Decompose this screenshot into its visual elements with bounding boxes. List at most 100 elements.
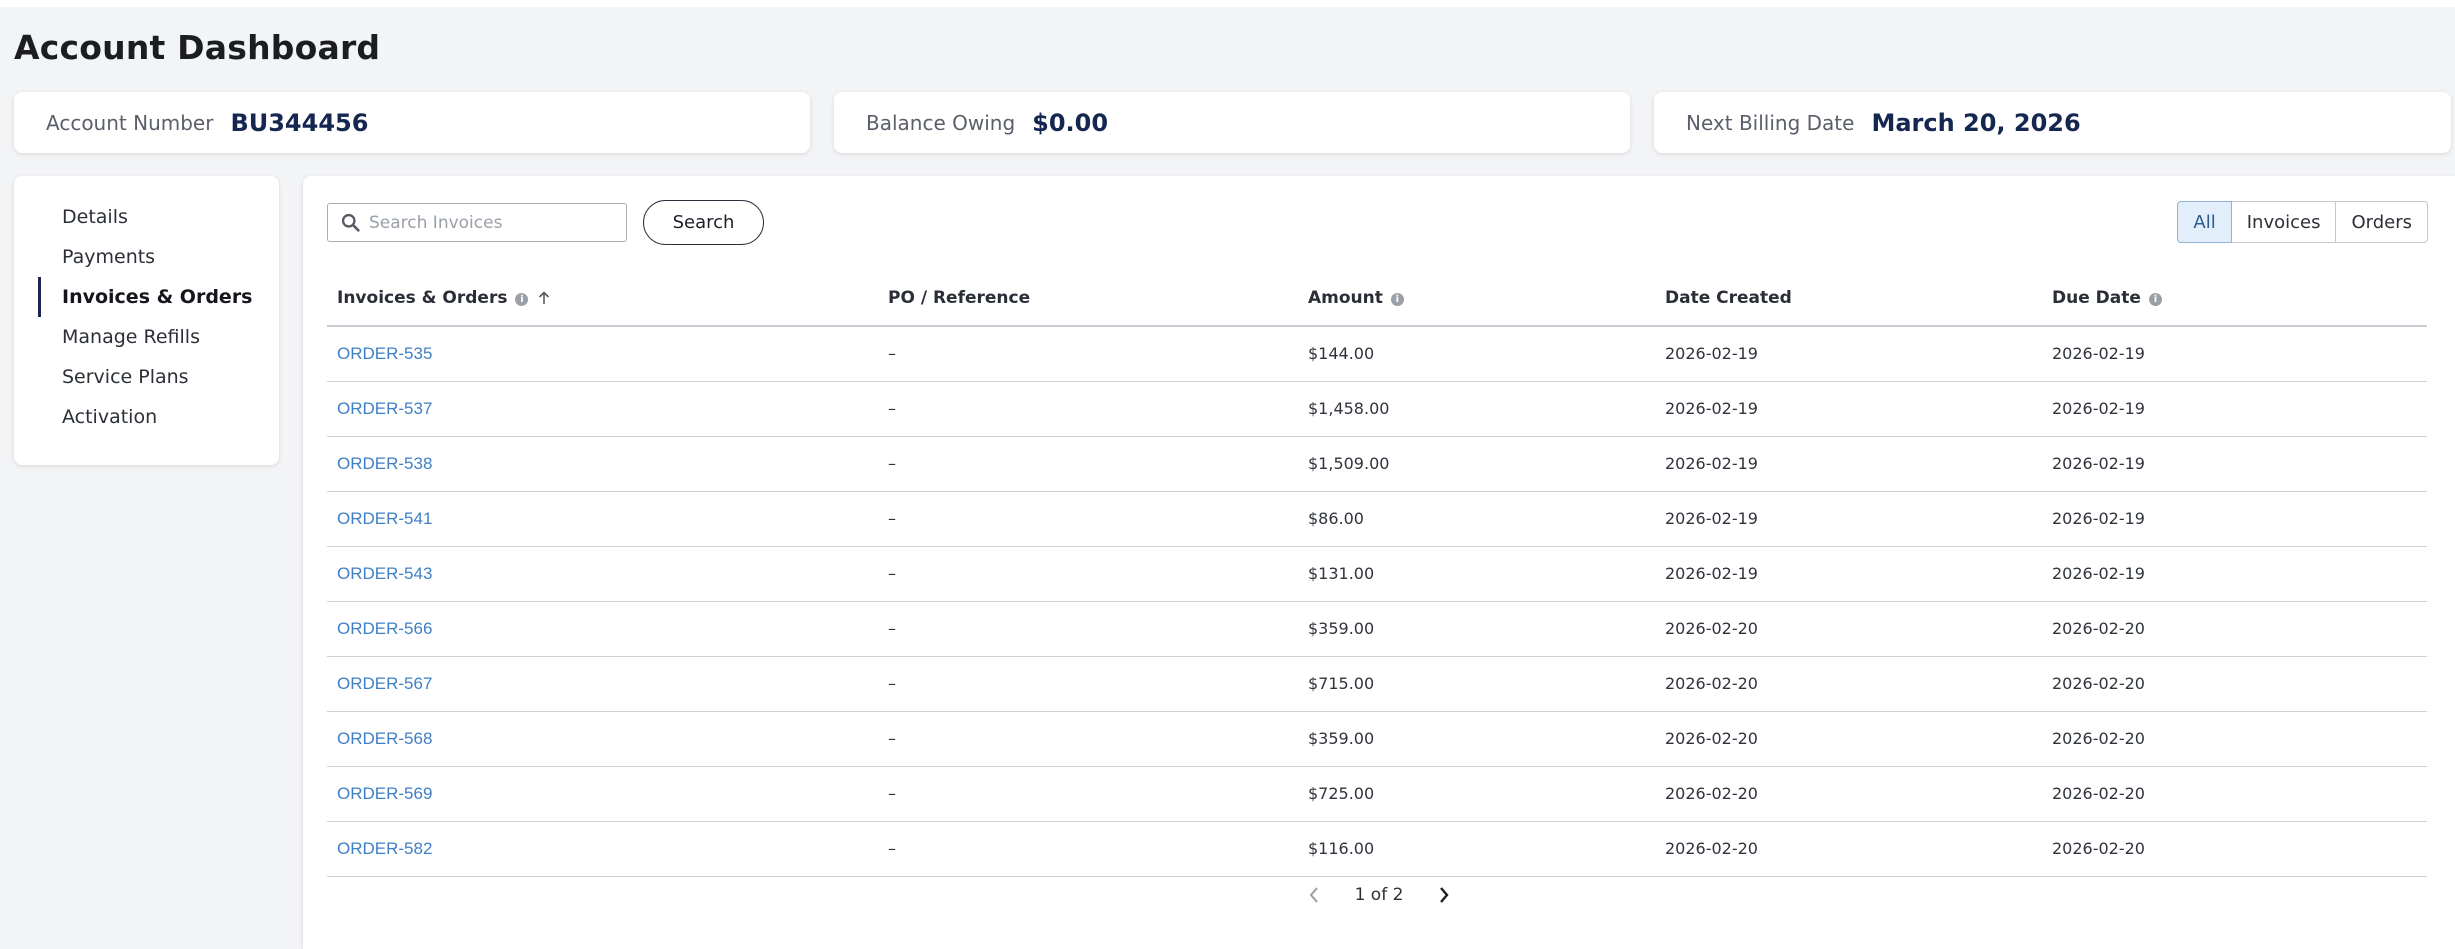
column-header-date-created: Date Created [1655,270,2042,327]
column-header-label: Due Date [2052,287,2141,308]
amount-cell: $359.00 [1298,711,1655,767]
page-indicator: 1 of 2 [1354,885,1404,905]
column-header-invoices-orders[interactable]: Invoices & Orders i [327,270,878,327]
next-billing-date-card: Next Billing Date March 20, 2026 [1654,92,2451,153]
account-number-label: Account Number [46,110,214,135]
amount-cell: $725.00 [1298,766,1655,822]
sidebar-item-service-plans[interactable]: Service Plans [14,357,279,397]
sidebar-item-activation[interactable]: Activation [14,397,279,437]
amount-cell: $1,509.00 [1298,436,1655,492]
order-cell: ORDER-541 [327,491,878,547]
amount-cell: $131.00 [1298,546,1655,602]
po-reference-cell: – [878,821,1298,877]
account-number-card: Account Number BU344456 [14,92,810,153]
search-button[interactable]: Search [643,200,764,245]
sidebar-item-payments[interactable]: Payments [14,237,279,277]
po-reference-cell: – [878,436,1298,492]
date-created-cell: 2026-02-19 [1655,546,2042,602]
invoices-orders-table: Invoices & Orders i PO / Reference Amount… [327,270,2427,877]
amount-cell: $116.00 [1298,821,1655,877]
order-cell: ORDER-538 [327,436,878,492]
due-date-cell: 2026-02-20 [2042,766,2427,822]
date-created-cell: 2026-02-19 [1655,381,2042,437]
due-date-cell: 2026-02-19 [2042,546,2427,602]
po-reference-cell: – [878,381,1298,437]
due-date-cell: 2026-02-20 [2042,821,2427,877]
order-link[interactable]: ORDER-568 [337,729,432,748]
chevron-left-icon [1309,887,1318,903]
filter-orders-button[interactable]: Orders [2335,201,2428,243]
table-row: ORDER-568 – $359.00 2026-02-20 2026-02-2… [327,711,2427,767]
table-row: ORDER-541 – $86.00 2026-02-19 2026-02-19 [327,491,2427,547]
sidebar-item-details[interactable]: Details [14,197,279,237]
order-link[interactable]: ORDER-538 [337,454,432,473]
order-cell: ORDER-566 [327,601,878,657]
date-created-cell: 2026-02-19 [1655,436,2042,492]
previous-page-button[interactable] [1299,880,1329,910]
order-cell: ORDER-582 [327,821,878,877]
order-link[interactable]: ORDER-535 [337,344,432,363]
info-icon[interactable]: i [515,292,529,306]
page-title: Account Dashboard [14,28,381,67]
order-cell: ORDER-567 [327,656,878,712]
filter-invoices-button[interactable]: Invoices [2230,201,2337,243]
pagination: 1 of 2 [303,880,2455,910]
search-box [327,203,627,242]
po-reference-cell: – [878,711,1298,767]
table-row: ORDER-566 – $359.00 2026-02-20 2026-02-2… [327,601,2427,657]
balance-owing-card: Balance Owing $0.00 [834,92,1630,153]
sidebar-nav: Details Payments Invoices & Orders Manag… [14,176,279,465]
order-cell: ORDER-569 [327,766,878,822]
po-reference-cell: – [878,656,1298,712]
next-billing-date-value: March 20, 2026 [1871,108,2081,137]
column-header-po-reference: PO / Reference [878,270,1298,327]
order-cell: ORDER-568 [327,711,878,767]
sidebar-item-invoices-orders[interactable]: Invoices & Orders [14,277,279,317]
po-reference-cell: – [878,491,1298,547]
order-link[interactable]: ORDER-569 [337,784,432,803]
order-link[interactable]: ORDER-566 [337,619,432,638]
order-cell: ORDER-535 [327,326,878,382]
table-header-row: Invoices & Orders i PO / Reference Amount… [327,270,2427,327]
table-row: ORDER-582 – $116.00 2026-02-20 2026-02-2… [327,821,2427,877]
order-link[interactable]: ORDER-582 [337,839,432,858]
account-number-value: BU344456 [230,108,369,137]
table-row: ORDER-537 – $1,458.00 2026-02-19 2026-02… [327,381,2427,437]
balance-owing-label: Balance Owing [866,110,1016,135]
amount-cell: $359.00 [1298,601,1655,657]
order-link[interactable]: ORDER-543 [337,564,432,583]
filter-all-button[interactable]: All [2177,201,2232,243]
sort-ascending-icon[interactable] [538,290,550,305]
info-icon[interactable]: i [1390,292,1404,306]
chevron-right-icon [1440,887,1449,903]
amount-cell: $715.00 [1298,656,1655,712]
top-strip [0,0,2455,7]
order-link[interactable]: ORDER-541 [337,509,432,528]
po-reference-cell: – [878,766,1298,822]
table-row: ORDER-535 – $144.00 2026-02-19 2026-02-1… [327,326,2427,382]
order-link[interactable]: ORDER-537 [337,399,432,418]
order-link[interactable]: ORDER-567 [337,674,432,693]
balance-owing-value: $0.00 [1032,108,1109,137]
table-row: ORDER-569 – $725.00 2026-02-20 2026-02-2… [327,766,2427,822]
column-header-due-date: Due Date i [2042,270,2427,327]
info-icon[interactable]: i [2148,292,2162,306]
next-page-button[interactable] [1429,880,1459,910]
amount-cell: $144.00 [1298,326,1655,382]
next-billing-date-label: Next Billing Date [1686,110,1855,135]
column-header-label: Amount [1308,287,1383,308]
date-created-cell: 2026-02-19 [1655,326,2042,382]
filter-toggle-group: All Invoices Orders [2177,201,2428,243]
po-reference-cell: – [878,546,1298,602]
sidebar-item-manage-refills[interactable]: Manage Refills [14,317,279,357]
date-created-cell: 2026-02-20 [1655,711,2042,767]
column-header-amount: Amount i [1298,270,1655,327]
amount-cell: $1,458.00 [1298,381,1655,437]
date-created-cell: 2026-02-20 [1655,601,2042,657]
due-date-cell: 2026-02-20 [2042,711,2427,767]
invoices-orders-panel: Search All Invoices Orders Invoices & Or… [303,176,2455,949]
order-cell: ORDER-543 [327,546,878,602]
search-input[interactable] [369,212,619,233]
due-date-cell: 2026-02-20 [2042,601,2427,657]
due-date-cell: 2026-02-19 [2042,381,2427,437]
